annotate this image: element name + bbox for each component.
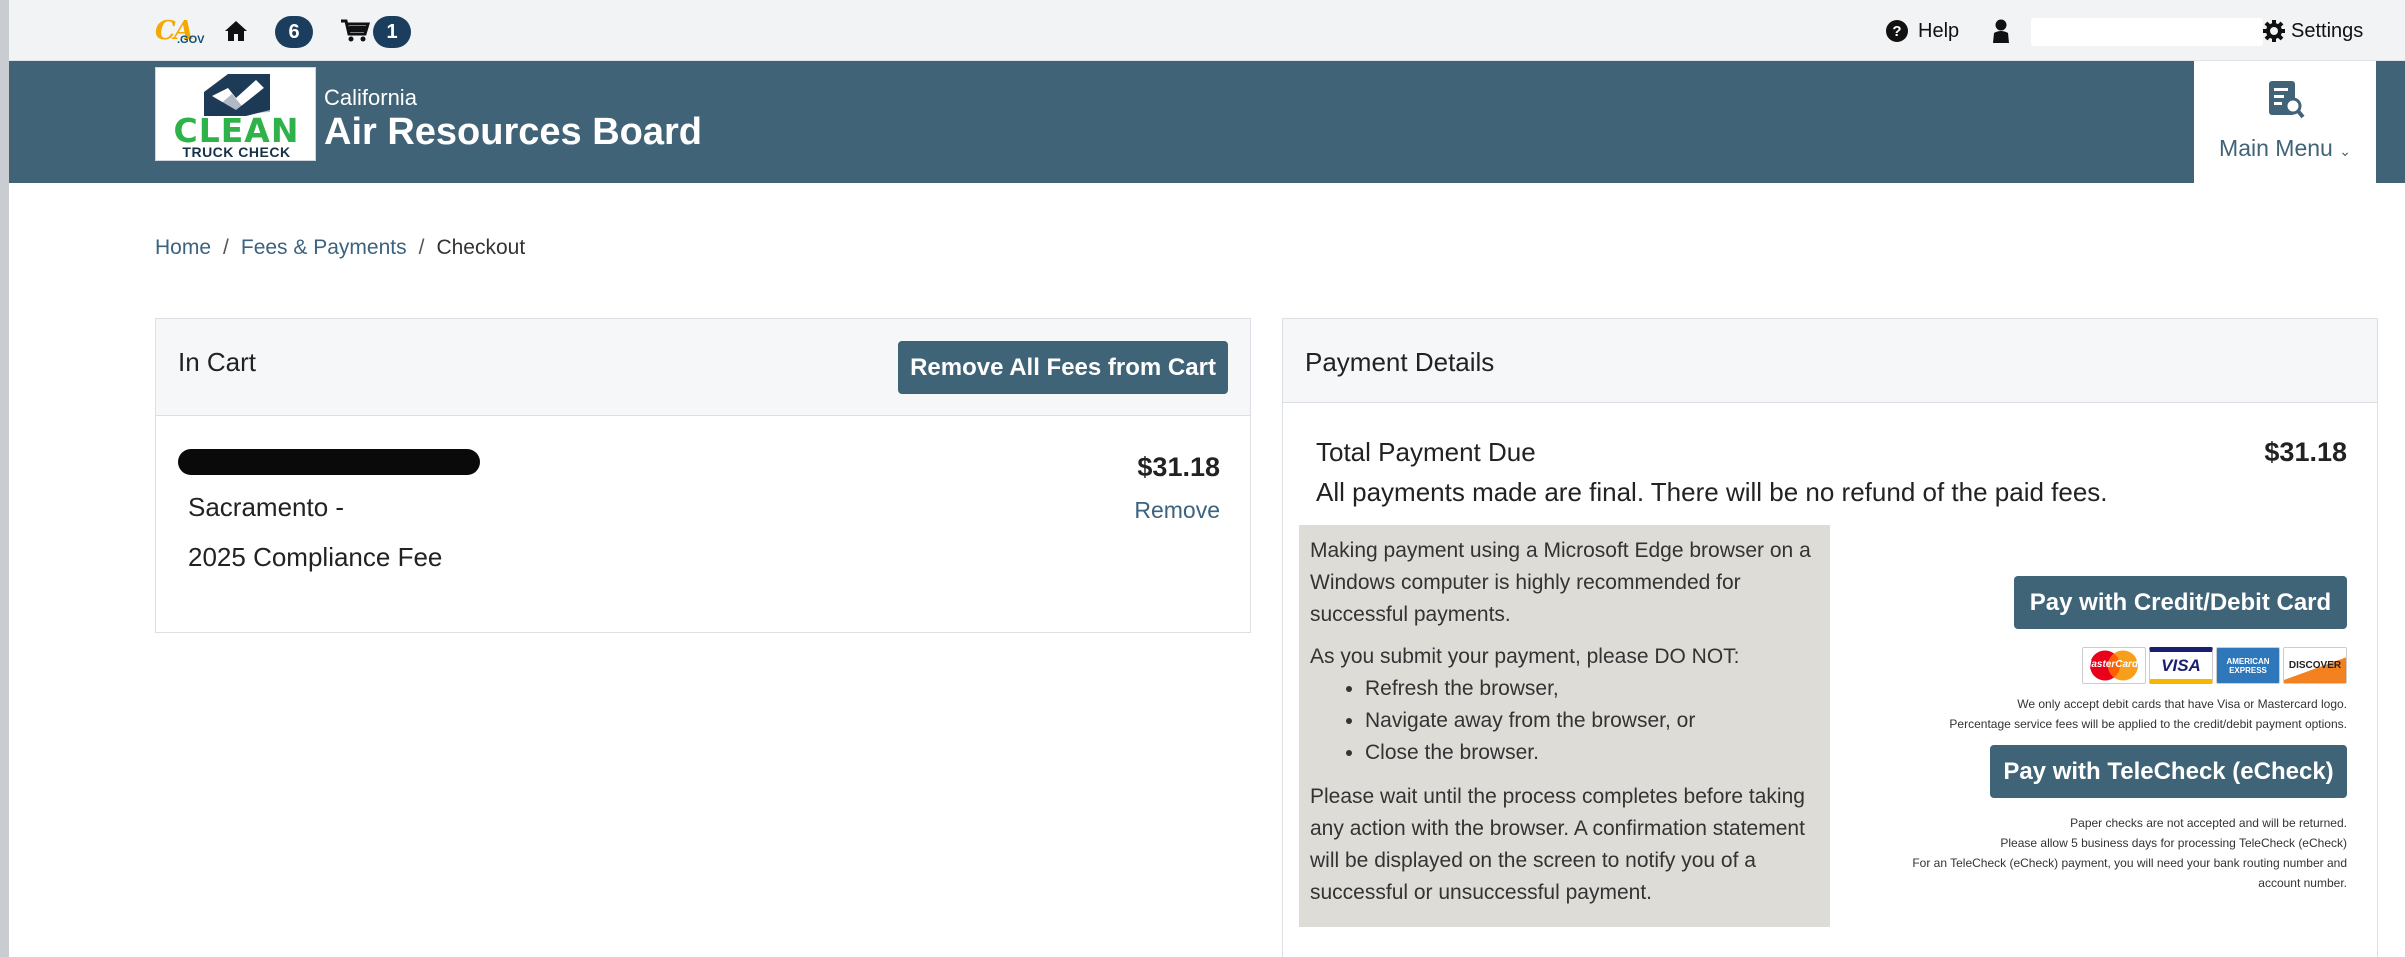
cart-title: In Cart — [178, 347, 257, 377]
help-icon: ? — [1886, 20, 1908, 42]
utility-bar: CA .GOV 6 1 ? Help Settings — [9, 0, 2405, 61]
cart-icon[interactable] — [340, 18, 371, 44]
document-search-icon — [2269, 81, 2305, 119]
echeck-note-days: Please allow 5 business days for process… — [2000, 836, 2347, 850]
pay-credit-card-button[interactable]: Pay with Credit/Debit Card — [2014, 576, 2347, 629]
notifications-badge[interactable]: 6 — [275, 16, 313, 48]
breadcrumb-fees-payments[interactable]: Fees & Payments — [241, 236, 407, 260]
main-menu-button[interactable]: Main Menu ⌄ — [2194, 61, 2376, 183]
breadcrumb-separator: / — [223, 236, 229, 259]
window-frame-edge — [0, 0, 9, 957]
echeck-fine-print: Paper checks are not accepted and will b… — [1912, 813, 2347, 893]
breadcrumb-separator: / — [418, 236, 425, 259]
site-header: CLEAN TRUCK CHECK California Air Resourc… — [9, 61, 2405, 183]
cart-card-header: In Cart Remove All Fees from Cart — [156, 319, 1250, 416]
payment-card: Payment Details Total Payment Due $31.18… — [1282, 318, 2378, 957]
amex-logo: AMERICAN EXPRESS — [2216, 647, 2280, 684]
browser-recommendation: Making payment using a Microsoft Edge br… — [1310, 539, 1811, 626]
payment-card-header: Payment Details — [1283, 319, 2377, 403]
main-menu-text: Main Menu — [2219, 135, 2333, 161]
payment-title: Payment Details — [1305, 347, 1495, 377]
gear-icon — [2263, 20, 2285, 42]
do-not-heading: As you submit your payment, please DO NO… — [1310, 645, 1740, 668]
card-fine-print: We only accept debit cards that have Vis… — [1949, 694, 2347, 734]
cart-item-fee-name: 2025 Compliance Fee — [188, 542, 443, 572]
cart-item-price: $31.18 — [1137, 452, 1220, 482]
breadcrumb: Home / Fees & Payments / Checkout — [155, 236, 525, 260]
echeck-note-paper: Paper checks are not accepted and will b… — [2070, 816, 2347, 830]
list-item: Navigate away from the browser, or — [1365, 705, 1819, 737]
ca-gov-logo[interactable]: CA .GOV — [155, 16, 211, 52]
ca-gov-logo-sub: .GOV — [177, 34, 205, 46]
help-link[interactable]: ? Help — [1885, 18, 1959, 44]
discover-logo: DISCOVER — [2283, 647, 2347, 684]
pay-echeck-button[interactable]: Pay with TeleCheck (eCheck) — [1990, 745, 2347, 798]
help-label: Help — [1918, 19, 1960, 42]
chevron-down-icon: ⌄ — [2339, 143, 2351, 159]
remove-all-fees-button[interactable]: Remove All Fees from Cart — [898, 341, 1228, 394]
state-name: California — [324, 85, 417, 110]
breadcrumb-home[interactable]: Home — [155, 236, 211, 260]
do-not-list: Refresh the browser, Navigate away from … — [1365, 673, 1819, 769]
vehicle-name-redacted — [178, 449, 480, 475]
svg-text:?: ? — [1892, 23, 1901, 40]
list-item: Refresh the browser, — [1365, 673, 1819, 705]
breadcrumb-current: Checkout — [436, 236, 526, 259]
browser-notice: Making payment using a Microsoft Edge br… — [1299, 525, 1830, 927]
logo-truck-check-text: TRUCK CHECK — [182, 144, 291, 160]
cart-item-location: Sacramento - — [188, 492, 345, 522]
card-note-debit: We only accept debit cards that have Vis… — [2017, 697, 2347, 711]
clean-truck-check-logo[interactable]: CLEAN TRUCK CHECK — [155, 67, 316, 161]
settings-label: Settings — [2291, 19, 2364, 42]
wait-notice: Please wait until the process completes … — [1310, 785, 1805, 904]
cart-count-badge[interactable]: 1 — [373, 16, 411, 48]
list-item: Close the browser. — [1365, 737, 1819, 769]
cart-card: In Cart Remove All Fees from Cart Sacram… — [155, 318, 1251, 633]
card-note-fees: Percentage service fees will be applied … — [1949, 717, 2347, 731]
cart-item-remove-link[interactable]: Remove — [1134, 497, 1220, 524]
no-refund-notice: All payments made are final. There will … — [1316, 477, 2108, 507]
agency-title[interactable]: Air Resources Board — [324, 111, 702, 154]
user-icon[interactable] — [1991, 18, 2011, 44]
echeck-note-bank: For an TeleCheck (eCheck) payment, you w… — [1912, 856, 2347, 870]
echeck-note-account: account number. — [2258, 876, 2347, 890]
main-menu-label: Main Menu ⌄ — [2194, 135, 2376, 162]
mastercard-logo: MasterCard — [2082, 647, 2146, 684]
card-brand-logos: MasterCard VISA AMERICAN EXPRESS DISCOVE… — [2082, 647, 2347, 684]
total-payment-amount: $31.18 — [2264, 437, 2347, 467]
settings-link[interactable]: Settings — [2263, 18, 2363, 44]
total-payment-label: Total Payment Due — [1316, 437, 1536, 467]
visa-logo: VISA — [2149, 647, 2213, 684]
mastercard-label: MasterCard — [2083, 659, 2139, 670]
home-icon[interactable] — [223, 18, 249, 44]
username-redacted — [2031, 18, 2263, 46]
logo-clean-text: CLEAN — [173, 111, 300, 150]
